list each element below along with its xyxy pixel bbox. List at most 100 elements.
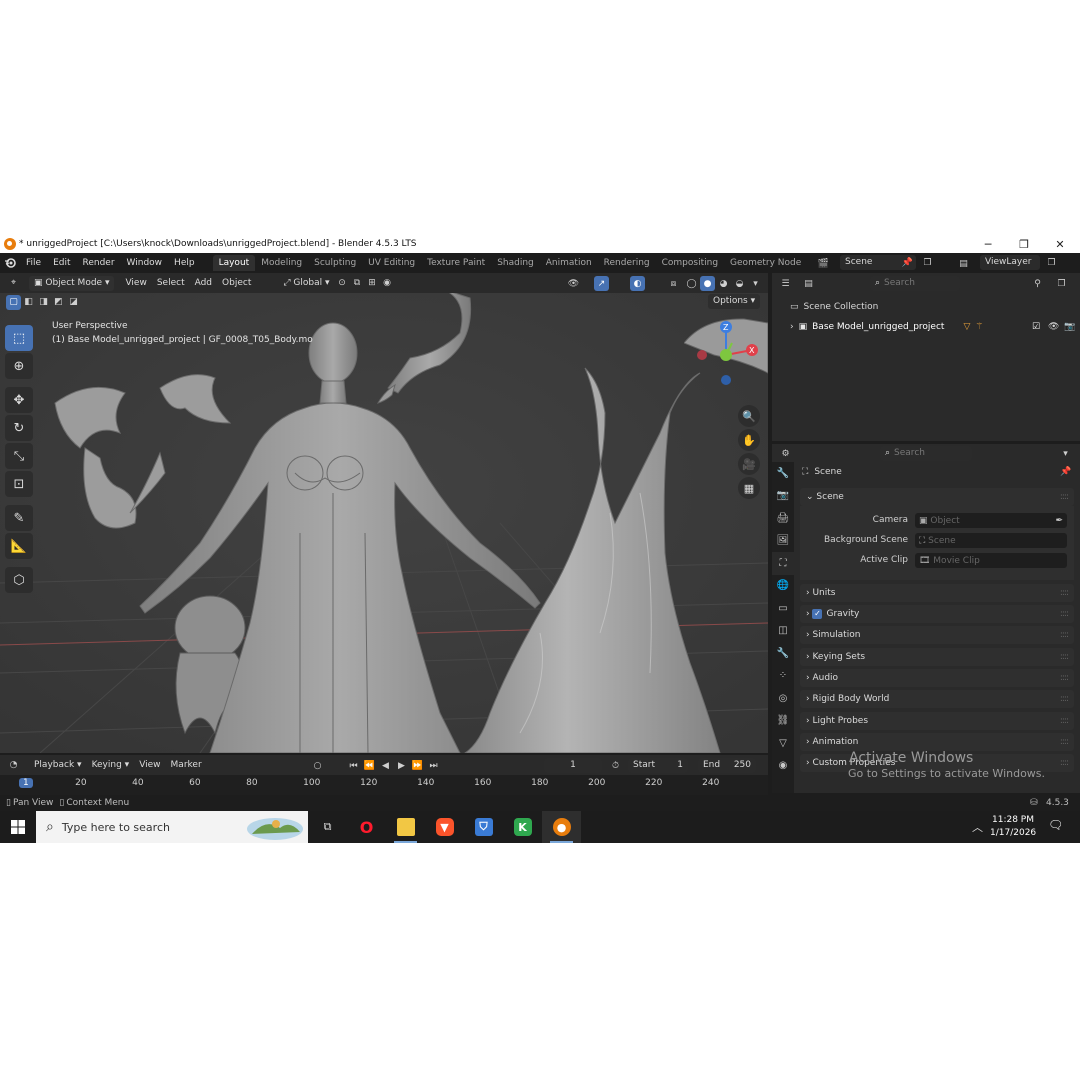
panel-gravity[interactable]: › ✓ Gravity:::: — [800, 605, 1074, 623]
tab-rendering[interactable]: Rendering — [598, 255, 656, 271]
annotate-tool-icon[interactable]: ✎ — [5, 505, 33, 531]
object-tab-icon[interactable]: ◫ — [772, 620, 794, 643]
marker-menu[interactable]: Marker — [166, 758, 207, 773]
move-tool-icon[interactable]: ✥ — [5, 387, 33, 413]
select-extend-icon[interactable]: ◧ — [21, 295, 36, 310]
3d-viewport[interactable]: ⌖ ▣ Object Mode ▾ View Select Add Object… — [0, 273, 768, 753]
cursor-tool-icon[interactable]: ⊕ — [5, 353, 33, 379]
blender-menu-icon[interactable] — [0, 257, 20, 269]
close-button[interactable]: ✕ — [1042, 235, 1078, 253]
store-taskbar-button[interactable]: ⛉ — [464, 811, 503, 843]
minimize-button[interactable]: ─ — [970, 235, 1006, 253]
snap-target-icon[interactable]: ⊞ — [365, 276, 380, 291]
overlay-toggle-icon[interactable]: ◐ — [630, 276, 645, 291]
pivot-icon[interactable]: ⊙ — [335, 276, 350, 291]
scene-collection-row[interactable]: ▭ Scene Collection — [790, 302, 878, 312]
timeline-ruler[interactable]: 1 20 40 60 80 100 120 140 160 180 200 220 240 — [0, 776, 768, 792]
ortho-grid-icon[interactable]: ▦ — [738, 477, 760, 499]
auto-keying-icon[interactable]: ○ — [310, 758, 325, 773]
tab-modeling[interactable]: Modeling — [255, 255, 308, 271]
outliner-row-base-model[interactable]: › ▣ Base Model_unrigged_project ▽ ⚚ ☑ 👁 … — [790, 319, 1080, 335]
editor-type-icon[interactable]: ⌖ — [6, 276, 21, 291]
modifier-tab-icon[interactable]: 🔧 — [772, 642, 794, 665]
panel-animation[interactable]: › Animation:::: — [800, 733, 1074, 751]
shading-dropdown-icon[interactable]: ▾ — [748, 276, 763, 291]
tab-animation[interactable]: Animation — [540, 255, 598, 271]
pin-icon[interactable]: 📌 — [900, 255, 915, 270]
jump-start-icon[interactable]: ⏮ — [346, 758, 361, 773]
new-scene-icon[interactable]: ❐ — [920, 255, 935, 270]
transform-orientation-selector[interactable]: ⤢ Global ▾ — [278, 276, 334, 291]
active-clip-field[interactable]: 🎞 Movie Clip — [915, 553, 1067, 568]
k-app-taskbar-button[interactable]: K — [503, 811, 542, 843]
properties-search[interactable]: ⌕ Search — [880, 446, 972, 461]
panel-light-probes[interactable]: › Light Probes:::: — [800, 712, 1074, 730]
scale-tool-icon[interactable]: ⤡ — [5, 443, 33, 469]
shading-solid-icon[interactable]: ● — [700, 276, 715, 291]
tab-texture-paint[interactable]: Texture Paint — [421, 255, 491, 271]
taskbar-search-box[interactable]: ⌕ Type here to search — [36, 811, 308, 843]
panel-audio[interactable]: › Audio:::: — [800, 669, 1074, 687]
zoom-icon[interactable]: 🔍 — [738, 405, 760, 427]
exclude-checkbox-icon[interactable]: ☑ — [1032, 322, 1040, 332]
tab-layout[interactable]: Layout — [212, 255, 256, 271]
menu-file[interactable]: File — [20, 258, 47, 268]
menu-window[interactable]: Window — [121, 258, 169, 268]
collection-tab-icon[interactable]: ▭ — [772, 597, 794, 620]
panel-rigid-body-world[interactable]: › Rigid Body World:::: — [800, 690, 1074, 708]
data-tab-icon[interactable]: ▽ — [772, 732, 794, 755]
menu-select[interactable]: Select — [152, 276, 190, 291]
world-tab-icon[interactable]: 🌐 — [772, 575, 794, 598]
scene-browse-icon[interactable]: 🎬 — [816, 256, 831, 271]
menu-render[interactable]: Render — [77, 258, 121, 268]
camera-field[interactable]: ▣ Object ✒ — [915, 513, 1067, 528]
viewlayer-browse-icon[interactable]: ▤ — [956, 256, 971, 271]
shading-material-icon[interactable]: ◕ — [716, 276, 731, 291]
panel-keying-sets[interactable]: › Keying Sets:::: — [800, 648, 1074, 666]
material-tab-icon[interactable]: ◉ — [772, 755, 794, 778]
display-mode-icon[interactable]: ▤ — [801, 276, 816, 291]
select-tool-icon[interactable]: ⬚ — [5, 325, 33, 351]
shading-rendered-icon[interactable]: ◒ — [732, 276, 747, 291]
filter-icon[interactable]: ⚲ — [1030, 276, 1045, 291]
timeline-editor-type-icon[interactable]: ◔ — [6, 758, 21, 773]
tray-overflow-chevron-icon[interactable]: ︿ — [972, 819, 983, 835]
xray-icon[interactable]: ⧈ — [666, 276, 681, 291]
panel-units[interactable]: › Units:::: — [800, 584, 1074, 602]
rotate-tool-icon[interactable]: ↻ — [5, 415, 33, 441]
end-frame-field[interactable]: End 250 — [698, 758, 756, 773]
render-camera-icon[interactable]: 📷 — [1064, 322, 1075, 332]
jump-keyframe-back-icon[interactable]: ⏪ — [362, 758, 377, 773]
physics-tab-icon[interactable]: ◎ — [772, 687, 794, 710]
properties-editor-type-icon[interactable]: ⚙ — [778, 446, 793, 461]
mode-selector[interactable]: ▣ Object Mode ▾ — [29, 275, 115, 291]
brave-taskbar-button[interactable]: ▼ — [425, 811, 464, 843]
menu-object[interactable]: Object — [217, 276, 256, 291]
taskbar-clock[interactable]: 11:28 PM 1/17/2026 — [990, 814, 1036, 840]
keying-menu[interactable]: Keying ▾ — [87, 758, 135, 773]
measure-tool-icon[interactable]: 📐 — [5, 533, 33, 559]
eyedropper-icon[interactable]: ✒ — [1055, 516, 1063, 526]
playback-menu[interactable]: Playback ▾ — [29, 758, 87, 773]
properties-options-icon[interactable]: ▾ — [1058, 446, 1073, 461]
menu-edit[interactable]: Edit — [47, 258, 76, 268]
select-invert-icon[interactable]: ◩ — [51, 295, 66, 310]
visibility-icon[interactable]: 👁 — [566, 276, 581, 291]
transform-tool-icon[interactable]: ⊡ — [5, 471, 33, 497]
start-frame-field[interactable]: Start 1 — [628, 758, 688, 773]
tool-tab-icon[interactable]: 🔧 — [772, 462, 794, 485]
gizmo-toggle-icon[interactable]: ↗ — [594, 276, 609, 291]
camera-view-icon[interactable]: 🎥 — [738, 453, 760, 475]
tab-geometry-nodes[interactable]: Geometry Node — [724, 255, 807, 271]
select-intersect-icon[interactable]: ◪ — [66, 295, 81, 310]
file-explorer-taskbar-button[interactable] — [386, 811, 425, 843]
jump-keyframe-forward-icon[interactable]: ⏩ — [410, 758, 425, 773]
jump-end-icon[interactable]: ⏭ — [426, 758, 441, 773]
add-cube-tool-icon[interactable]: ⬡ — [5, 567, 33, 593]
new-collection-icon[interactable]: ❐ — [1054, 276, 1069, 291]
outliner-editor-type-icon[interactable]: ☰ — [778, 276, 793, 291]
menu-add[interactable]: Add — [190, 276, 217, 291]
select-box-mode-icon[interactable]: ▢ — [6, 294, 21, 310]
start-button[interactable] — [0, 811, 36, 843]
pan-hand-icon[interactable]: ✋ — [738, 429, 760, 451]
